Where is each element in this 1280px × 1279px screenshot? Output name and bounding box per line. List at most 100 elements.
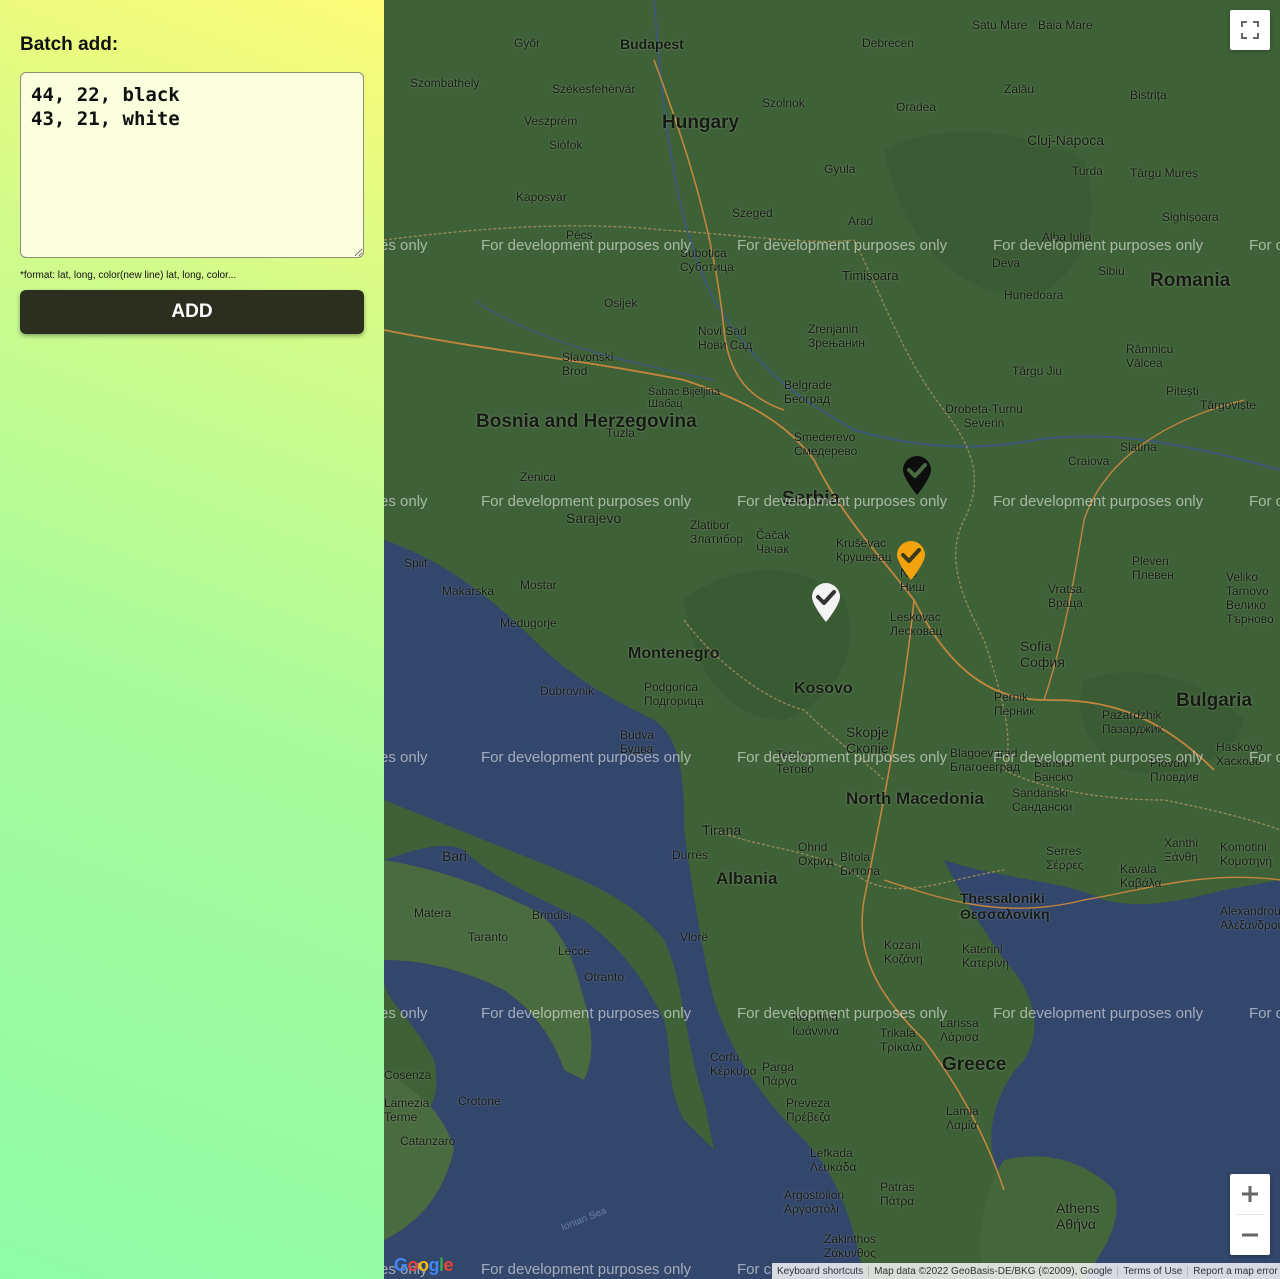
city-label: Târgu Jiu: [1012, 364, 1063, 378]
city-label: Râmnicu Vâlcea: [1126, 342, 1174, 370]
batch-add-heading: Batch add:: [20, 34, 119, 55]
city-label: Satu Mare: [972, 18, 1028, 32]
city-label: Taranto: [468, 930, 509, 944]
batch-input[interactable]: [20, 72, 364, 258]
city-label: Sighișoara: [1162, 210, 1219, 224]
city-label: Split: [404, 556, 428, 570]
dev-watermark: es only: [384, 493, 428, 510]
dev-watermark: For development purposes only: [481, 1261, 692, 1278]
city-label: Pitești: [1166, 384, 1199, 398]
city-label: Xanthi Ξάνθη: [1164, 836, 1199, 864]
map-marker-white[interactable]: [811, 583, 841, 623]
city-label: Parga Πάργα: [762, 1060, 798, 1088]
city-label: Dubrovnik: [540, 684, 595, 698]
city-label: Trikala Τρίκαλα: [880, 1026, 923, 1054]
city-label: Kavala Καβάλα: [1120, 862, 1162, 890]
map-canvas[interactable]: Hungary Romania Bosnia and Herzegovina S…: [384, 0, 1280, 1279]
city-label: Brindisi: [532, 908, 572, 922]
city-label: Veszprém: [524, 114, 578, 128]
city-label: Oradea: [896, 100, 937, 114]
add-button[interactable]: ADD: [20, 290, 364, 334]
city-label: Pazardzhik Пазарджик: [1102, 708, 1163, 736]
zoom-in-button[interactable]: [1230, 1174, 1270, 1214]
city-label: Šabac Bijeljina Шабац: [648, 386, 721, 410]
country-label-albania: Albania: [716, 869, 778, 888]
dev-watermark: es only: [384, 1005, 428, 1022]
city-label: Mostar: [520, 578, 557, 592]
google-logo[interactable]: Google: [394, 1255, 454, 1276]
city-label: Timișoara: [842, 268, 899, 283]
city-label: Otranto: [584, 970, 625, 984]
report-error-link[interactable]: Report a map error: [1187, 1265, 1280, 1277]
city-label: Debrecen: [862, 36, 915, 50]
sidebar: Batch add: *format: lat, long, color(new…: [0, 0, 384, 1279]
city-label: Novi Sad Нови Сад: [698, 324, 753, 352]
country-label-romania: Romania: [1150, 270, 1231, 291]
dev-watermark: For c: [737, 1261, 772, 1278]
city-label: Szombathely: [410, 76, 480, 90]
dev-watermark: For development purposes only: [481, 749, 692, 766]
dev-watermark: For development purposes only: [993, 749, 1204, 766]
fullscreen-icon: [1241, 21, 1259, 39]
city-label: Sibiu: [1098, 264, 1125, 278]
city-label: Medugorje: [500, 616, 557, 630]
city-label: Belgrade Београд: [784, 378, 833, 406]
dev-watermark: For development purposes only: [737, 749, 948, 766]
city-label: Preveza Πρέβεζα: [786, 1096, 831, 1124]
city-label: Arad: [848, 214, 874, 228]
dev-watermark: For development purposes only: [993, 493, 1204, 510]
city-label: Corfu Κέρκυρα: [710, 1050, 757, 1078]
city-label: Zrenjanin Зрењанин: [808, 322, 865, 350]
city-label: Hunedoara: [1004, 288, 1064, 302]
city-label: Cluj-Napoca: [1027, 132, 1105, 148]
fullscreen-button[interactable]: [1230, 10, 1270, 50]
dev-watermark: For development purposes only: [993, 1005, 1204, 1022]
dev-watermark: For development purposes only: [737, 237, 948, 254]
dev-watermark: For c: [1249, 749, 1280, 766]
city-label: Alexandroupoli Αλεξανδρούπολη: [1220, 904, 1280, 932]
country-label-greece: Greece: [942, 1054, 1007, 1075]
city-label: Cosenza: [384, 1068, 432, 1082]
city-label: Lecce: [558, 944, 591, 958]
city-label: Kaposvár: [516, 190, 567, 204]
country-label-montenegro: Montenegro: [628, 645, 720, 662]
city-label: Zakinthos Ζάκυνθος: [824, 1232, 877, 1260]
dev-watermark: For development purposes only: [481, 1005, 692, 1022]
city-label: Pleven Плевен: [1132, 554, 1174, 582]
dev-watermark: For c: [1249, 493, 1280, 510]
dev-watermark: es only: [384, 237, 428, 254]
terms-link[interactable]: Terms of Use: [1117, 1265, 1187, 1277]
map-attribution: Keyboard shortcuts Map data ©2022 GeoBas…: [772, 1263, 1280, 1279]
city-label: Serres Σέρρες: [1046, 844, 1084, 872]
country-label-bulgaria: Bulgaria: [1176, 690, 1253, 711]
city-label: Patras Πάτρα: [880, 1180, 915, 1208]
city-label: Veliko Tarnovo Велико Търново: [1226, 570, 1274, 626]
city-label: Matera: [414, 906, 452, 920]
city-label: Kruševac Крушевац: [836, 536, 892, 564]
city-label: Slatina: [1120, 440, 1157, 454]
city-label: Lamia Λαμία: [946, 1104, 979, 1132]
city-label: Siófok: [549, 138, 583, 152]
country-label-bosnia: Bosnia and Herzegovina: [476, 411, 697, 432]
map-marker-black[interactable]: [902, 456, 932, 496]
zoom-out-button[interactable]: [1230, 1215, 1270, 1255]
city-label: Lefkada Λευκάδα: [810, 1146, 857, 1174]
city-label: Zenica: [520, 470, 557, 484]
city-label: Pernik Перник: [994, 690, 1035, 718]
city-label: Târgu Mureș: [1130, 166, 1199, 180]
city-label: Slavonski Brod: [562, 350, 614, 378]
city-label: Vlorë: [680, 930, 709, 944]
city-label: Crotone: [458, 1094, 501, 1108]
city-label: Craiova: [1068, 454, 1110, 468]
city-label: Székesfehérvár: [552, 82, 636, 96]
plus-icon: [1242, 1186, 1258, 1202]
city-label: Podgorica Подгорица: [644, 680, 704, 708]
city-label: Argostolion Αργοστόλι: [784, 1188, 845, 1216]
city-label: Ohrid Охрид: [798, 840, 834, 868]
keyboard-shortcuts-link[interactable]: Keyboard shortcuts: [772, 1266, 868, 1277]
city-label: Osijek: [604, 296, 638, 310]
city-label: Drobeta-Turnu Severin: [945, 402, 1023, 430]
map-marker-orange[interactable]: [896, 541, 926, 581]
city-label: Zalău: [1004, 82, 1035, 96]
city-label: Győr: [514, 36, 541, 50]
